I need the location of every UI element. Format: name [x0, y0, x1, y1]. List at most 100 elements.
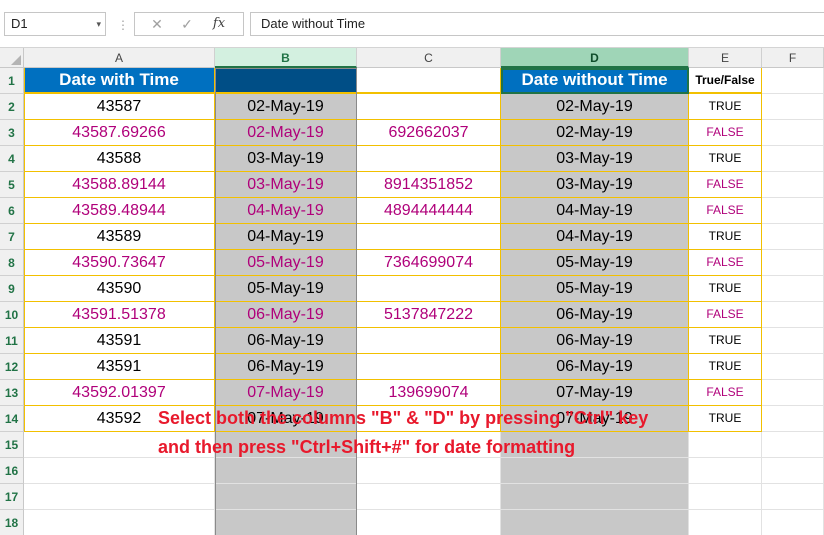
- cell-b[interactable]: 02-May-19: [215, 94, 357, 120]
- row-header[interactable]: 5: [0, 172, 24, 198]
- cell-d[interactable]: 02-May-19: [501, 94, 689, 120]
- cell-b[interactable]: 05-May-19: [215, 276, 357, 302]
- instruction-note: Select both the columns "B" & "D" by pre…: [158, 404, 648, 462]
- cell-b[interactable]: 03-May-19: [215, 146, 357, 172]
- name-box[interactable]: D1 ▾: [4, 12, 106, 36]
- cell-a[interactable]: 43590.73647: [24, 250, 215, 276]
- cell-c[interactable]: 7364699074: [357, 250, 501, 276]
- select-all-corner[interactable]: [0, 48, 24, 68]
- cell-b[interactable]: 03-May-19: [215, 172, 357, 198]
- row-header[interactable]: 16: [0, 458, 24, 484]
- formula-buttons: ✕ ✓ fx: [134, 12, 244, 36]
- cell-b[interactable]: 06-May-19: [215, 328, 357, 354]
- cell-a[interactable]: 43591.51378: [24, 302, 215, 328]
- cell-b[interactable]: 07-May-19: [215, 380, 357, 406]
- column-header-a[interactable]: A: [24, 48, 215, 68]
- formula-input[interactable]: Date without Time: [250, 12, 824, 36]
- cell-b[interactable]: 05-May-19: [215, 250, 357, 276]
- cell-d[interactable]: 06-May-19: [501, 354, 689, 380]
- header-cell-b[interactable]: [215, 68, 357, 94]
- cell-c[interactable]: 4894444444: [357, 198, 501, 224]
- column-header-d[interactable]: D: [501, 48, 689, 68]
- cell-d[interactable]: 04-May-19: [501, 198, 689, 224]
- cell-a[interactable]: 43591: [24, 354, 215, 380]
- row-header[interactable]: 2: [0, 94, 24, 120]
- cell-a[interactable]: 43589: [24, 224, 215, 250]
- cell-c[interactable]: [357, 146, 501, 172]
- column-header-f[interactable]: F: [762, 48, 824, 68]
- header-cell-e[interactable]: True/False: [689, 68, 762, 94]
- cell-b[interactable]: 06-May-19: [215, 302, 357, 328]
- cell-e[interactable]: FALSE: [689, 380, 762, 406]
- cell-e[interactable]: TRUE: [689, 354, 762, 380]
- header-cell-d[interactable]: Date without Time: [501, 68, 689, 94]
- cell-b[interactable]: 04-May-19: [215, 198, 357, 224]
- chevron-down-icon[interactable]: ▾: [96, 13, 101, 35]
- row-header[interactable]: 15: [0, 432, 24, 458]
- row-header[interactable]: 8: [0, 250, 24, 276]
- cell-d[interactable]: 05-May-19: [501, 276, 689, 302]
- cell-d[interactable]: 03-May-19: [501, 146, 689, 172]
- header-cell-a[interactable]: Date with Time: [24, 68, 215, 94]
- cell-c[interactable]: [357, 354, 501, 380]
- cell-d[interactable]: 07-May-19: [501, 380, 689, 406]
- cell-e[interactable]: TRUE: [689, 94, 762, 120]
- row-header[interactable]: 18: [0, 510, 24, 535]
- cell-b[interactable]: 04-May-19: [215, 224, 357, 250]
- cell-c[interactable]: 5137847222: [357, 302, 501, 328]
- row-header[interactable]: 9: [0, 276, 24, 302]
- cell-a[interactable]: 43587.69266: [24, 120, 215, 146]
- cell-d[interactable]: 03-May-19: [501, 172, 689, 198]
- cell-a[interactable]: 43591: [24, 328, 215, 354]
- row-header[interactable]: 1: [0, 68, 24, 94]
- cell-a[interactable]: 43592.01397: [24, 380, 215, 406]
- row-header[interactable]: 13: [0, 380, 24, 406]
- header-cell-c[interactable]: [357, 68, 501, 94]
- column-header-b[interactable]: B: [215, 48, 357, 68]
- row-header[interactable]: 10: [0, 302, 24, 328]
- cell-d[interactable]: 02-May-19: [501, 120, 689, 146]
- column-header-c[interactable]: C: [357, 48, 501, 68]
- cell-d[interactable]: 04-May-19: [501, 224, 689, 250]
- cell-e[interactable]: TRUE: [689, 224, 762, 250]
- cell-a[interactable]: 43590: [24, 276, 215, 302]
- cell-c[interactable]: 139699074: [357, 380, 501, 406]
- cell-e[interactable]: FALSE: [689, 302, 762, 328]
- cell-e[interactable]: TRUE: [689, 328, 762, 354]
- row-header[interactable]: 4: [0, 146, 24, 172]
- cell-e[interactable]: FALSE: [689, 120, 762, 146]
- cell-e[interactable]: FALSE: [689, 198, 762, 224]
- cancel-icon[interactable]: ✕: [143, 13, 171, 35]
- cell-d[interactable]: 06-May-19: [501, 328, 689, 354]
- cell-c[interactable]: 692662037: [357, 120, 501, 146]
- cell-a[interactable]: 43589.48944: [24, 198, 215, 224]
- cell-d[interactable]: 05-May-19: [501, 250, 689, 276]
- row-header[interactable]: 14: [0, 406, 24, 432]
- row-header[interactable]: 12: [0, 354, 24, 380]
- cell-b[interactable]: 02-May-19: [215, 120, 357, 146]
- cell-b[interactable]: 06-May-19: [215, 354, 357, 380]
- cell-c[interactable]: [357, 94, 501, 120]
- row-header[interactable]: 6: [0, 198, 24, 224]
- check-icon[interactable]: ✓: [173, 13, 201, 35]
- cell-e[interactable]: FALSE: [689, 250, 762, 276]
- cell-c[interactable]: [357, 276, 501, 302]
- row-gridline: [24, 509, 824, 510]
- cell-e[interactable]: TRUE: [689, 406, 762, 432]
- insert-function-icon[interactable]: fx: [205, 13, 233, 35]
- cell-e[interactable]: TRUE: [689, 146, 762, 172]
- cell-e[interactable]: TRUE: [689, 276, 762, 302]
- row-header[interactable]: 3: [0, 120, 24, 146]
- cell-a[interactable]: 43588: [24, 146, 215, 172]
- cell-c[interactable]: [357, 224, 501, 250]
- cell-a[interactable]: 43587: [24, 94, 215, 120]
- cell-c[interactable]: 8914351852: [357, 172, 501, 198]
- cell-c[interactable]: [357, 328, 501, 354]
- row-header[interactable]: 7: [0, 224, 24, 250]
- row-header[interactable]: 11: [0, 328, 24, 354]
- cell-e[interactable]: FALSE: [689, 172, 762, 198]
- row-header[interactable]: 17: [0, 484, 24, 510]
- cell-d[interactable]: 06-May-19: [501, 302, 689, 328]
- column-header-e[interactable]: E: [689, 48, 762, 68]
- cell-a[interactable]: 43588.89144: [24, 172, 215, 198]
